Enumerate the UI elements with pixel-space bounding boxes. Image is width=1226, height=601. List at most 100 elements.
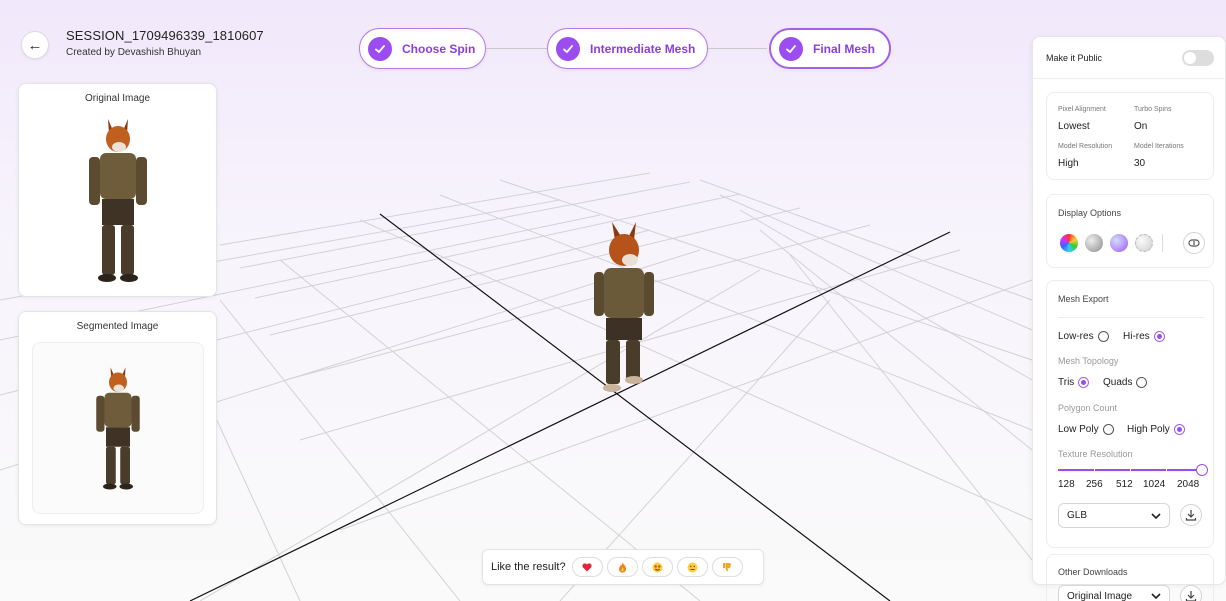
original-image-card: Original Image: [18, 83, 217, 297]
heart-icon: [582, 562, 592, 571]
make-public-toggle[interactable]: [1182, 50, 1214, 66]
radio-button[interactable]: [1102, 424, 1114, 435]
neutral-face-icon: [687, 562, 698, 572]
heart-reaction-button[interactable]: [571, 557, 603, 577]
radio-button[interactable]: [1173, 424, 1185, 435]
mesh-topology-label: Mesh Topology: [1058, 356, 1119, 366]
divider: [1032, 78, 1226, 79]
format-select[interactable]: GLB: [1058, 503, 1170, 528]
gray-matcap-icon[interactable]: [1085, 234, 1103, 252]
thumbs-down-icon: [723, 563, 731, 572]
tick-label: 2048: [1177, 479, 1200, 490]
check-icon: [779, 36, 803, 61]
other-downloads-label: Other Downloads: [1058, 567, 1128, 577]
pixel-alignment-value: Lowest: [1058, 121, 1090, 132]
session-title: SESSION_1709496339_1810607: [66, 28, 264, 43]
high-poly-option[interactable]: High Poly: [1127, 424, 1185, 435]
original-image: [32, 114, 204, 286]
chevron-down-icon: [1151, 512, 1161, 519]
check-icon: [556, 36, 580, 61]
display-options-label: Display Options: [1058, 208, 1122, 218]
download-other-button[interactable]: [1180, 585, 1202, 601]
iridescent-matcap-icon[interactable]: [1110, 234, 1128, 252]
hi-res-option[interactable]: Hi-res: [1123, 331, 1165, 342]
tick-label: 128: [1058, 479, 1075, 490]
rainbow-normal-icon[interactable]: [1060, 234, 1078, 252]
tick-label: 1024: [1143, 479, 1166, 490]
divider: [1162, 234, 1163, 252]
option-label: Low Poly: [1058, 424, 1099, 435]
fire-reaction-button[interactable]: [606, 557, 638, 577]
texture-resolution-label: Texture Resolution: [1058, 449, 1133, 459]
slider-tick: [1094, 467, 1095, 473]
back-button[interactable]: ←: [21, 31, 49, 59]
tick-label: 512: [1116, 479, 1133, 490]
step-connector: [708, 48, 769, 49]
step-choose-spin[interactable]: Choose Spin: [359, 28, 486, 69]
original-image-title: Original Image: [84, 93, 151, 104]
session-creator: Created by Devashish Bhuyan: [66, 47, 202, 58]
slider-tick: [1130, 467, 1131, 473]
toggle-knob: [1184, 52, 1196, 64]
polygon-count-label: Polygon Count: [1058, 403, 1118, 413]
link-icon: [1188, 239, 1200, 247]
radio-button[interactable]: [1136, 377, 1148, 388]
slider-thumb[interactable]: [1196, 464, 1208, 476]
mesh-character[interactable]: [594, 222, 654, 392]
slider-tick: [1166, 467, 1167, 473]
low-res-option[interactable]: Low-res: [1058, 331, 1109, 342]
check-icon: [368, 36, 392, 61]
model-resolution-value: High: [1058, 158, 1079, 169]
step-connector: [486, 48, 547, 49]
segmented-image-card: Segmented Image: [18, 311, 217, 525]
feedback-bar: Like the result?: [482, 549, 764, 585]
download-icon: [1185, 510, 1197, 521]
step-intermediate-mesh[interactable]: Intermediate Mesh: [547, 28, 708, 69]
fire-icon: [618, 562, 626, 572]
display-options-card: [1046, 194, 1214, 268]
pixel-alignment-label: Pixel Alignment: [1058, 106, 1106, 113]
thumbs-down-reaction-button[interactable]: [711, 557, 743, 577]
step-label: Choose Spin: [402, 41, 476, 56]
mesh-export-label: Mesh Export: [1058, 294, 1109, 304]
divider: [1058, 317, 1204, 318]
tris-option[interactable]: Tris: [1058, 377, 1090, 388]
radio-button[interactable]: [1097, 331, 1109, 342]
low-poly-option[interactable]: Low Poly: [1058, 424, 1114, 435]
segmented-image-title: Segmented Image: [76, 321, 159, 332]
step-label: Final Mesh: [813, 41, 876, 56]
feedback-label: Like the result?: [491, 561, 566, 573]
arrow-left-icon: ←: [27, 36, 43, 54]
star-struck-icon: [652, 562, 663, 572]
radio-button[interactable]: [1153, 331, 1165, 342]
other-downloads-select[interactable]: Original Image: [1058, 585, 1170, 601]
tick-label: 256: [1086, 479, 1103, 490]
quads-option[interactable]: Quads: [1103, 377, 1148, 388]
make-public-label: Make it Public: [1046, 53, 1103, 63]
axis-lines: [189, 213, 951, 601]
model-resolution-label: Model Resolution: [1058, 143, 1113, 150]
format-select-value: GLB: [1067, 510, 1088, 521]
wireframe-matcap-icon[interactable]: [1135, 234, 1153, 252]
option-label: Low-res: [1058, 331, 1094, 342]
toggle-view-button[interactable]: [1183, 232, 1205, 254]
model-iterations-label: Model Iterations: [1134, 143, 1184, 150]
option-label: Quads: [1103, 377, 1133, 388]
model-iterations-value: 30: [1134, 158, 1146, 169]
option-label: High Poly: [1127, 424, 1170, 435]
turbo-spins-value: On: [1134, 121, 1148, 132]
download-mesh-button[interactable]: [1180, 504, 1202, 526]
turbo-spins-label: Turbo Spins: [1134, 106, 1172, 113]
step-label: Intermediate Mesh: [590, 41, 696, 56]
radio-button[interactable]: [1078, 377, 1090, 388]
other-downloads-value: Original Image: [1067, 590, 1133, 601]
star-struck-reaction-button[interactable]: [641, 557, 673, 577]
chevron-down-icon: [1151, 593, 1161, 599]
texture-resolution-slider[interactable]: [1058, 464, 1208, 476]
step-final-mesh[interactable]: Final Mesh: [769, 28, 891, 69]
download-icon: [1185, 591, 1197, 601]
neutral-reaction-button[interactable]: [676, 557, 708, 577]
option-label: Hi-res: [1123, 331, 1150, 342]
option-label: Tris: [1058, 377, 1075, 388]
segmented-image: [32, 342, 204, 514]
